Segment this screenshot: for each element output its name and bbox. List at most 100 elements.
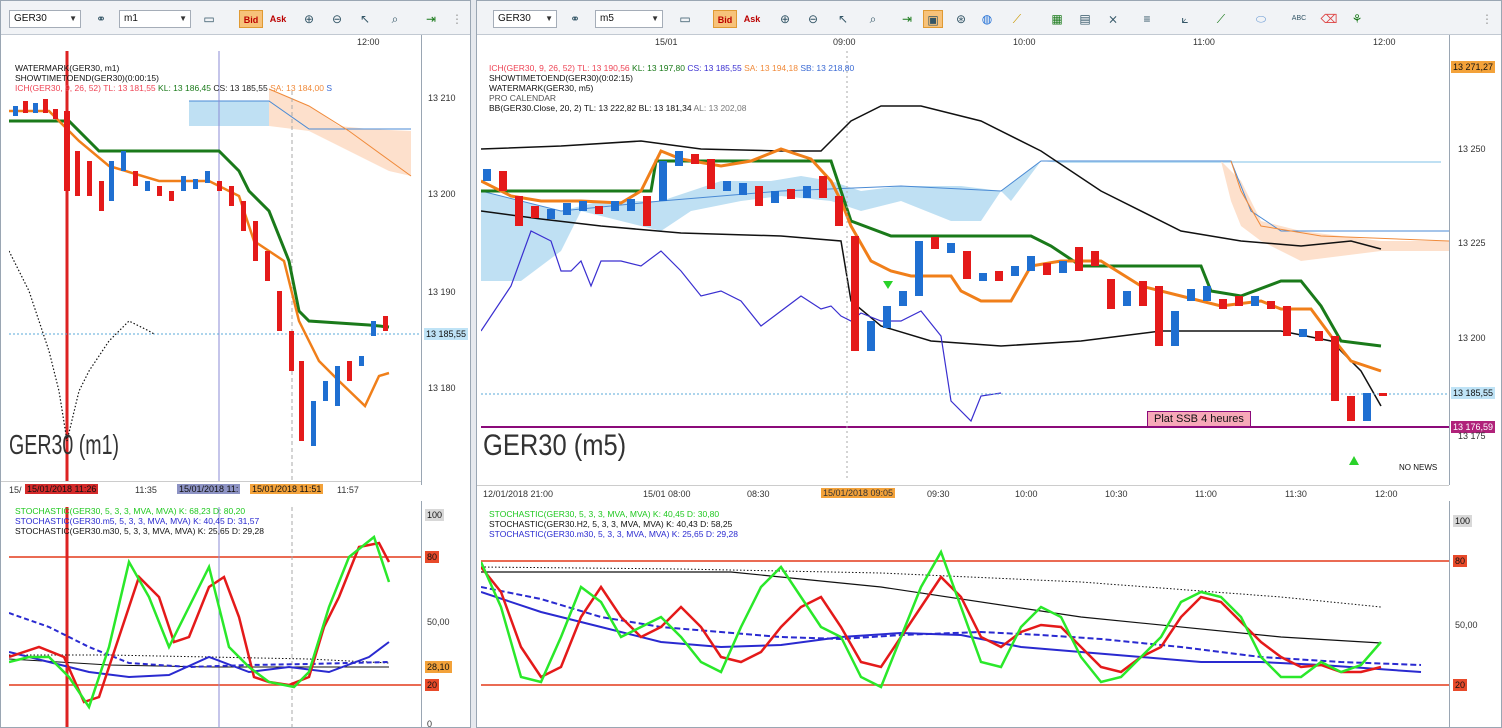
- current-price-badge: 13 185,55: [424, 328, 469, 340]
- timeframe-select[interactable]: m1 ▼: [119, 10, 191, 28]
- candle: [347, 361, 352, 381]
- indicator-info: WATERMARK(GER30, m1) SHOWTIMETOEND(GER30…: [15, 63, 332, 93]
- level-badge: 100: [425, 509, 445, 521]
- bottom-time-axis-m5: 12/01/2018 21:00 15/01 08:00 08:30 15/01…: [477, 485, 1449, 501]
- stoch-h2-k-dotted: [481, 566, 1382, 608]
- time-label: 12:00: [1375, 489, 1398, 499]
- price-chart-m5: [481, 51, 1449, 481]
- indicator-info-m5: ICH(GER30, 9, 26, 52) TL: 13 190,56 KL: …: [489, 63, 854, 113]
- ich-sa: SA: 13 194,18: [744, 63, 798, 73]
- stochastic-info-m5: STOCHASTIC(GER30, 5, 3, 3, MVA, MVA) K: …: [489, 509, 738, 539]
- link-icon[interactable]: ⚭: [565, 10, 585, 28]
- ask-button[interactable]: Ask: [741, 10, 763, 28]
- level-badge: 20: [425, 679, 440, 691]
- current-price-badge: 13 185,55: [1451, 387, 1496, 399]
- ichimoku-cloud-orange: [1221, 161, 1449, 261]
- symbol-value: GER30: [14, 13, 47, 24]
- crosshair-icon[interactable]: ⊛: [951, 10, 971, 28]
- objects-icon[interactable]: ⚘: [1347, 10, 1367, 28]
- level-badge: 100: [1453, 515, 1473, 527]
- level-badge: 20: [1453, 679, 1468, 691]
- price-tick: 13 175: [1458, 431, 1486, 441]
- candle: [627, 199, 635, 211]
- stoch-value-badge: 28,10: [425, 661, 452, 673]
- candle: [819, 176, 827, 198]
- candle: [499, 171, 507, 191]
- candle: [723, 181, 731, 191]
- candle: [1315, 331, 1323, 341]
- candle: [75, 151, 80, 196]
- menu-icon[interactable]: ⋮: [1481, 10, 1493, 28]
- ask-button[interactable]: Ask: [267, 10, 289, 28]
- bid-button[interactable]: Bid: [713, 10, 737, 28]
- candle: [181, 176, 186, 191]
- candle: [947, 243, 955, 253]
- level-label: 50,00: [427, 617, 450, 627]
- stoch-line: STOCHASTIC(GER30, 5, 3, 3, MVA, MVA) K: …: [15, 506, 246, 516]
- template-icon[interactable]: ▤: [1075, 10, 1095, 28]
- zoom-area-icon[interactable]: ⌕: [385, 10, 405, 28]
- fan-icon[interactable]: ⟀: [1175, 10, 1195, 28]
- candle: [883, 306, 891, 328]
- symbol-select[interactable]: GER30 ▼: [9, 10, 81, 28]
- text-icon[interactable]: ABC: [1289, 10, 1309, 28]
- zoom-area-icon[interactable]: ⌕: [863, 10, 883, 28]
- level-badge: 80: [1453, 555, 1468, 567]
- zoom-out-icon[interactable]: ⊖: [803, 10, 823, 28]
- ichimoku-info: ICH(GER30, 9, 26, 52) TL: 13 190,56 KL: …: [489, 63, 854, 73]
- candle: [1075, 247, 1083, 271]
- candle: [739, 183, 747, 195]
- candle: [359, 356, 364, 366]
- symbol-select[interactable]: GER30 ▼: [493, 10, 557, 28]
- bid-button[interactable]: Bid: [239, 10, 263, 28]
- zoom-in-icon[interactable]: ⊕: [775, 10, 795, 28]
- time-label-highlight: 15/01/2018 11:: [177, 484, 241, 494]
- bottom-time-axis-m1: 15/ 15/01/2018 11:26 11:35 15/01/2018 11…: [1, 481, 421, 497]
- time-label: 10:00: [1015, 489, 1038, 499]
- time-label: 15/01: [655, 37, 678, 47]
- lines-icon[interactable]: ≡: [1137, 10, 1157, 28]
- info-line: PRO CALENDAR: [489, 93, 557, 103]
- menu-icon[interactable]: ⋮: [451, 10, 463, 28]
- candle: [205, 171, 210, 183]
- autoscroll-icon[interactable]: ⇥: [897, 10, 917, 28]
- ellipse-icon[interactable]: ⬭: [1251, 10, 1271, 28]
- time-label: 12/01/2018 21:00: [483, 489, 554, 499]
- candle: [1187, 289, 1195, 301]
- chevron-down-icon: ▼: [651, 14, 659, 23]
- time-label: 11:30: [1285, 489, 1307, 499]
- cursor-icon[interactable]: ↖: [833, 10, 853, 28]
- ich-cs: CS: 13 185,55: [213, 83, 268, 93]
- annotation-label[interactable]: Plat SSB 4 heures: [1147, 411, 1251, 427]
- candle: [121, 151, 126, 171]
- time-label: 09:00: [833, 37, 856, 47]
- candle: [1331, 336, 1339, 401]
- link-icon[interactable]: ⚭: [91, 10, 111, 28]
- autoscroll-icon[interactable]: ⇥: [421, 10, 441, 28]
- window-icon[interactable]: ▣: [923, 10, 943, 28]
- cursor-icon[interactable]: ↖: [355, 10, 375, 28]
- chart-type-icon[interactable]: ▭: [675, 10, 695, 28]
- candle: [109, 161, 114, 201]
- eraser-icon[interactable]: ⌫: [1319, 10, 1339, 28]
- trendline-icon[interactable]: ⟋: [1211, 10, 1231, 28]
- candle: [299, 361, 304, 441]
- stoch-line: STOCHASTIC(GER30.m5, 5, 3, 3, MVA, MVA) …: [15, 516, 260, 526]
- symbol-value: GER30: [498, 13, 531, 24]
- time-label: 15/: [9, 485, 22, 495]
- candle: [1203, 286, 1211, 301]
- zoom-in-icon[interactable]: ⊕: [299, 10, 319, 28]
- candle: [979, 273, 987, 281]
- indicators-icon[interactable]: ⨯: [1103, 10, 1123, 28]
- chart-type-icon[interactable]: ▭: [199, 10, 219, 28]
- candle: [531, 206, 539, 218]
- image-icon[interactable]: ▦: [1047, 10, 1067, 28]
- globe-icon[interactable]: ◍: [977, 10, 997, 28]
- ruler-icon[interactable]: ⟋: [1007, 10, 1027, 28]
- chart-watermark: GER30 (m1): [9, 429, 120, 460]
- zoom-out-icon[interactable]: ⊖: [327, 10, 347, 28]
- candle: [611, 201, 619, 211]
- candle: [1299, 329, 1307, 337]
- timeframe-select[interactable]: m5 ▼: [595, 10, 663, 28]
- candle: [1219, 299, 1227, 309]
